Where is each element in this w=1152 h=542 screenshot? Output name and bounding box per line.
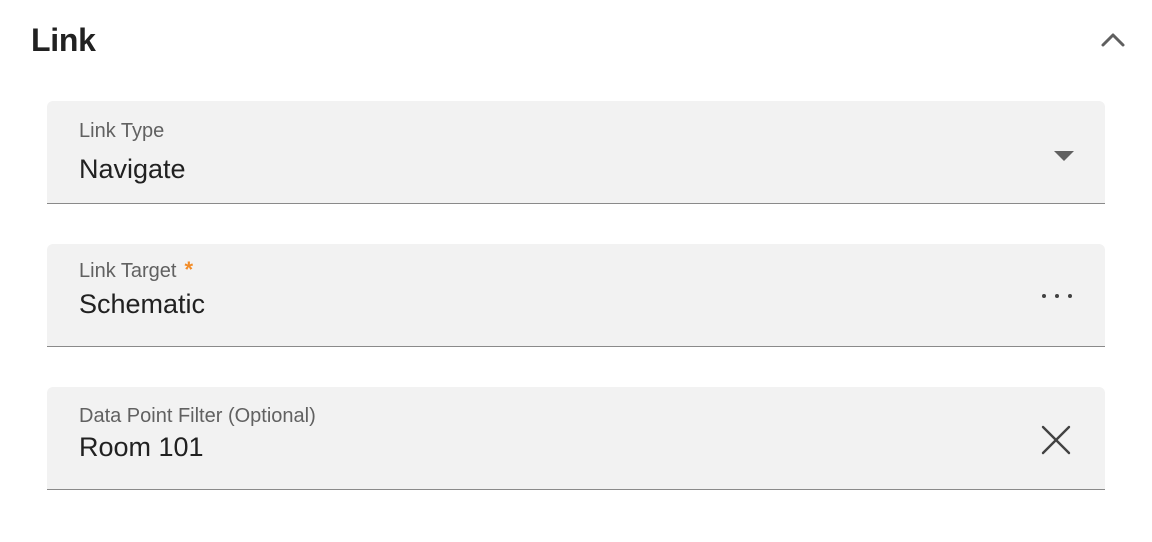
section-title: Link [31, 22, 96, 58]
link-target-label: Link Target * [79, 258, 193, 283]
chevron-up-icon [1101, 33, 1125, 47]
collapse-button[interactable] [1096, 24, 1130, 54]
link-type-label: Link Type [79, 120, 165, 142]
link-type-select[interactable]: Link Type Navigate [47, 101, 1105, 204]
section-header: Link [0, 0, 1152, 84]
link-target-field[interactable]: Link Target * Schematic [47, 244, 1105, 347]
data-point-filter-field[interactable]: Data Point Filter (Optional) Room 101 [47, 387, 1105, 490]
data-point-filter-label: Data Point Filter (Optional) [79, 405, 316, 427]
link-type-dropdown-button[interactable] [1049, 143, 1079, 167]
required-mark: * [184, 257, 194, 282]
dropdown-arrow-icon [1054, 151, 1074, 161]
data-point-filter-value: Room 101 [79, 432, 204, 462]
link-panel: Link Link Type Navigate Link Target * Sch… [0, 0, 1152, 542]
clear-icon [1041, 425, 1071, 455]
link-target-label-text: Link Target [79, 260, 177, 282]
clear-filter-button[interactable] [1039, 423, 1073, 457]
more-horizontal-icon [1042, 294, 1072, 298]
link-type-value: Navigate [79, 154, 186, 184]
link-target-browse-button[interactable] [1039, 284, 1075, 308]
link-target-value: Schematic [79, 289, 206, 319]
